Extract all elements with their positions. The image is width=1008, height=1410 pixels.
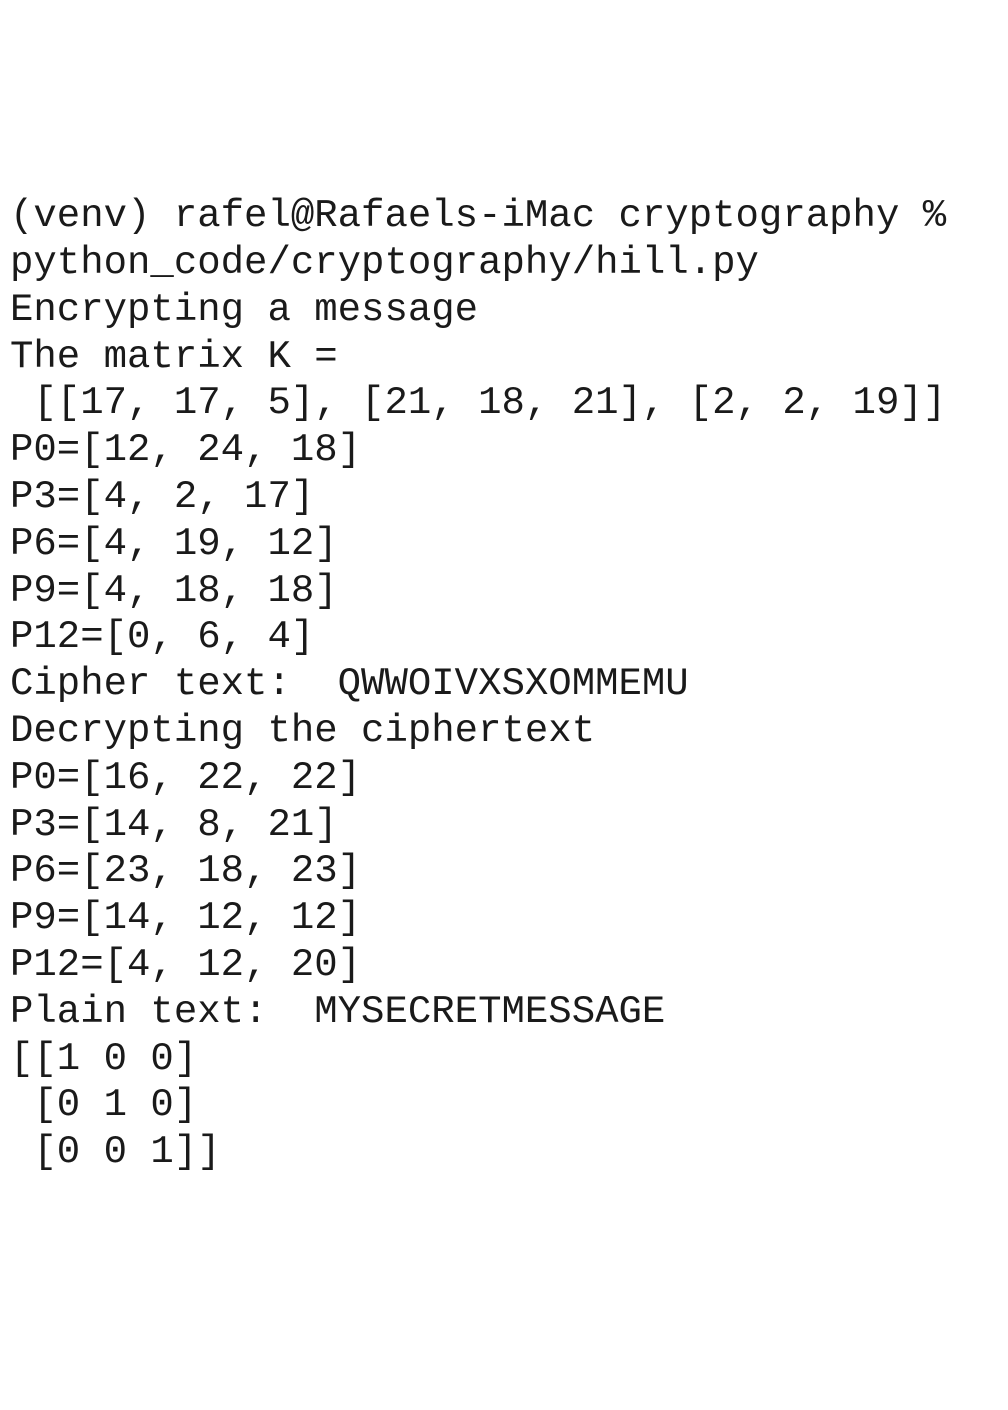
terminal-line: [0 0 1]]: [10, 1129, 998, 1176]
terminal-line: P0=[12, 24, 18]: [10, 427, 998, 474]
terminal-line: P12=[4, 12, 20]: [10, 942, 998, 989]
terminal-line: P6=[4, 19, 12]: [10, 521, 998, 568]
terminal-line: [0 1 0]: [10, 1082, 998, 1129]
terminal-line: P6=[23, 18, 23]: [10, 848, 998, 895]
terminal-line: [[1 0 0]: [10, 1036, 998, 1083]
terminal-line: Plain text: MYSECRETMESSAGE: [10, 989, 998, 1036]
terminal-line: Decrypting the ciphertext: [10, 708, 998, 755]
terminal-line: (venv) rafel@Rafaels-iMac cryptography %: [10, 193, 998, 240]
terminal-output[interactable]: (venv) rafel@Rafaels-iMac cryptography %…: [10, 193, 998, 1176]
terminal-line: P3=[4, 2, 17]: [10, 474, 998, 521]
terminal-line: P9=[4, 18, 18]: [10, 568, 998, 615]
terminal-line: The matrix K =: [10, 334, 998, 381]
terminal-line: python_code/cryptography/hill.py: [10, 240, 998, 287]
terminal-line: P3=[14, 8, 21]: [10, 802, 998, 849]
terminal-line: Cipher text: QWWOIVXSXOMMEMU: [10, 661, 998, 708]
terminal-line: Encrypting a message: [10, 287, 998, 334]
terminal-line: P0=[16, 22, 22]: [10, 755, 998, 802]
terminal-line: P12=[0, 6, 4]: [10, 614, 998, 661]
terminal-line: P9=[14, 12, 12]: [10, 895, 998, 942]
terminal-line: [[17, 17, 5], [21, 18, 21], [2, 2, 19]]: [10, 380, 998, 427]
